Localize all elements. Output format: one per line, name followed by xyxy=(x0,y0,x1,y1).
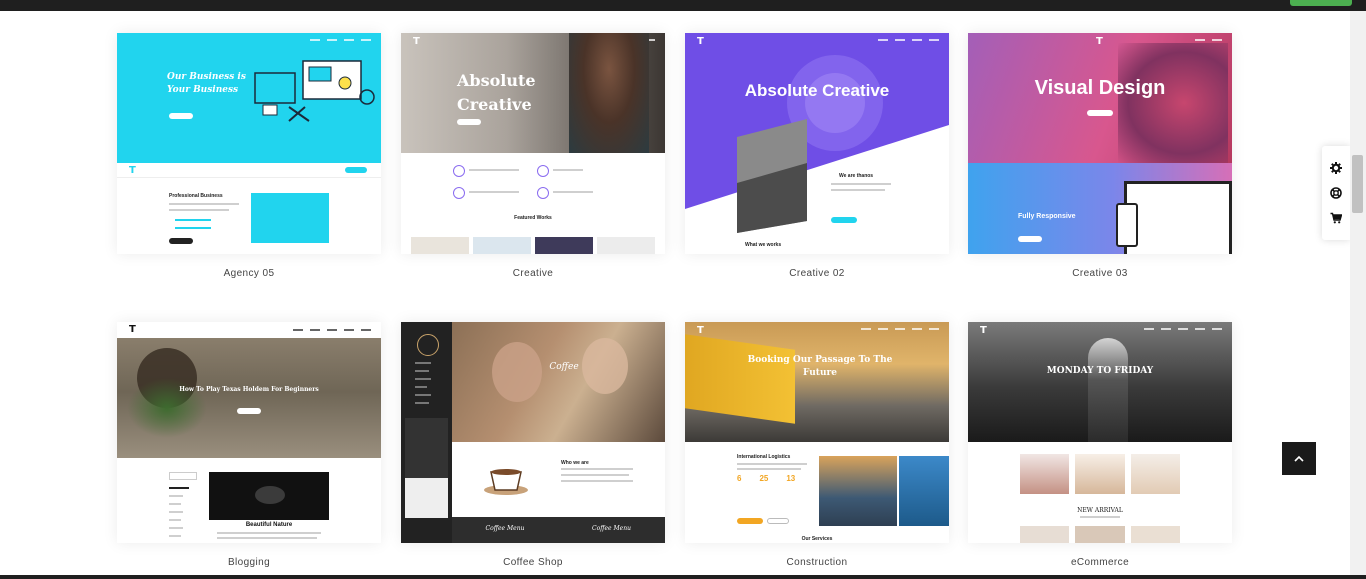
demo-card-creative-02[interactable]: T Absolute Creative We are thanos What w… xyxy=(685,33,949,254)
info-box xyxy=(251,193,329,243)
hero-section: Our Business is Your Business xyxy=(117,33,381,163)
product-grid xyxy=(1020,454,1180,494)
footer-title: What we works xyxy=(745,242,782,248)
section-title: Fully Responsive xyxy=(1018,213,1076,220)
scrollbar-thumb[interactable] xyxy=(1352,155,1363,213)
laptop-mockup xyxy=(1124,181,1232,254)
demo-label-construction[interactable]: Construction xyxy=(685,557,949,568)
hero-section: How To Play Texas Holdem For Beginners xyxy=(117,338,381,458)
illustration xyxy=(254,60,375,122)
floating-toolbar xyxy=(1322,146,1350,240)
demo-card-agency-05[interactable]: Our Business is Your Business T Professi… xyxy=(117,33,381,254)
hero-section: T Absolute Creative xyxy=(401,33,665,153)
lifebuoy-icon[interactable] xyxy=(1328,185,1344,201)
port-photo xyxy=(899,456,949,526)
stat-2: 25 xyxy=(759,474,769,483)
demo-label-blogging[interactable]: Blogging xyxy=(117,557,381,568)
stats-row: 6 25 13 xyxy=(737,474,817,483)
features-grid xyxy=(453,165,613,207)
hero-title: Absolute Creative xyxy=(744,81,890,100)
section-title: Beautiful Nature xyxy=(245,522,293,528)
hero-title: How To Play Texas Holdem For Beginners xyxy=(179,386,319,393)
demo-label-creative[interactable]: Creative xyxy=(401,268,665,279)
responsive-section: Fully Responsive xyxy=(968,163,1232,254)
gear-icon[interactable] xyxy=(1328,160,1344,176)
hero-background xyxy=(685,33,949,233)
demo-card-ecommerce[interactable]: T MONDAY TO FRIDAY NEW ARRIVAL xyxy=(968,322,1232,543)
plane-photo xyxy=(819,456,897,526)
section-title: Professional Business xyxy=(169,193,223,199)
demo-label-ecommerce[interactable]: eCommerce xyxy=(968,557,1232,568)
top-action-button[interactable] xyxy=(1290,0,1352,6)
hero-section: T Visual Design xyxy=(968,33,1232,163)
demo-card-creative-03[interactable]: T Visual Design Fully Responsive xyxy=(968,33,1232,254)
back-to-top-button[interactable] xyxy=(1282,442,1316,475)
hero-button xyxy=(169,113,193,119)
demo-card-blogging[interactable]: T How To Play Texas Holdem For Beginners… xyxy=(117,322,381,543)
coffee-cup-illustration xyxy=(481,462,531,498)
demo-label-creative-02[interactable]: Creative 02 xyxy=(685,268,949,279)
stat-3: 13 xyxy=(786,474,796,483)
tab-coffee-menu-1[interactable]: Coffee Menu xyxy=(452,525,558,532)
footer-title: Our Services xyxy=(801,536,833,542)
demo-label-coffee-shop[interactable]: Coffee Shop xyxy=(401,557,665,568)
demo-card-coffee-shop[interactable]: Coffee Who we are Coffee Menu Coffee Men… xyxy=(401,322,665,543)
bottom-bar xyxy=(0,575,1366,579)
hero-title: Our Business is Your Business xyxy=(167,72,246,95)
post-image xyxy=(209,472,329,520)
section-title: International Logistics xyxy=(737,454,791,460)
hero-title: Absolute Creative xyxy=(457,71,536,114)
tab-coffee-menu-2[interactable]: Coffee Menu xyxy=(558,525,665,532)
hero-title: Visual Design xyxy=(1034,77,1166,99)
hero-title: MONDAY TO FRIDAY xyxy=(1046,366,1154,376)
section-title: Featured Works xyxy=(514,215,552,221)
hero-section: T MONDAY TO FRIDAY xyxy=(968,322,1232,442)
hero-title: Coffee xyxy=(549,362,579,372)
hero-title: Booking Our Passage To The Future xyxy=(747,355,893,378)
search-box[interactable] xyxy=(169,472,197,480)
cart-icon[interactable] xyxy=(1328,210,1344,226)
browser-top-bar xyxy=(0,0,1366,11)
menu-tabs: Coffee Menu Coffee Menu xyxy=(452,517,665,543)
sidebar-menu xyxy=(401,322,452,543)
stat-1: 6 xyxy=(737,474,742,483)
section-title: We are thanos xyxy=(839,173,874,179)
model-photo xyxy=(1088,338,1128,442)
demo-card-creative[interactable]: T Absolute Creative Featured Works xyxy=(401,33,665,254)
phone-mockup xyxy=(1116,203,1138,247)
logo: T xyxy=(129,165,136,176)
demo-label-creative-03[interactable]: Creative 03 xyxy=(968,268,1232,279)
section-title: NEW ARRIVAL xyxy=(1077,507,1123,514)
demo-card-construction[interactable]: T Booking Our Passage To The Future Inte… xyxy=(685,322,949,543)
hero-section: T Booking Our Passage To The Future xyxy=(685,322,949,442)
demo-label-agency-05[interactable]: Agency 05 xyxy=(117,268,381,279)
chevron-up-icon xyxy=(1294,455,1304,462)
scrollbar-track[interactable] xyxy=(1350,11,1366,575)
hero-photo: Coffee xyxy=(452,322,665,442)
portrait-photo xyxy=(569,33,649,153)
section-title: Who we are xyxy=(561,460,589,466)
